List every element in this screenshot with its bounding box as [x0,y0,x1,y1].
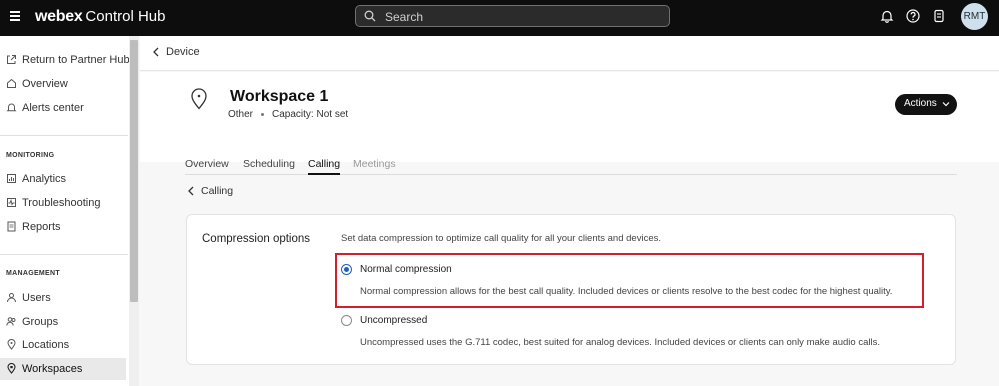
sidebar-item-label: Analytics [22,173,67,185]
tab-scheduling[interactable]: Scheduling [243,158,295,175]
actions-button-label: Actions [904,98,937,109]
location-icon [7,339,16,350]
search-input[interactable]: Search [355,5,670,27]
breadcrumb: Device [140,36,999,71]
sidebar-item-label: Troubleshooting [22,197,101,209]
sidebar-item-groups[interactable]: Groups [0,311,126,333]
search-icon [364,10,376,22]
sidebar-item-analytics[interactable]: Analytics [0,168,126,190]
highlight-annotation-box [335,253,924,308]
group-icon [6,317,16,326]
document-icon [7,221,16,232]
sidebar-divider [0,254,128,255]
radio-uncompressed[interactable] [341,315,352,326]
bell-icon[interactable] [880,9,894,23]
chevron-left-icon [188,186,194,196]
compression-options-card: Compression options Set data compression… [186,214,956,365]
option-description-normal-compression: Normal compression allows for the best c… [360,286,893,297]
chart-icon [7,174,16,183]
sidebar-item-label: Alerts center [22,102,84,114]
tab-bar: Overview Scheduling Calling Meetings [185,155,957,175]
page-title: Workspace 1 [230,88,329,105]
sidebar-divider [0,135,128,136]
option-description-uncompressed: Uncompressed uses the G.711 codec, best … [360,337,880,348]
option-label-uncompressed[interactable]: Uncompressed [360,315,427,326]
scrollbar-thumb[interactable] [130,40,138,302]
external-link-icon [7,55,16,64]
main-content: Device Workspace 1 Other Capacity: Not se… [140,36,999,386]
workspace-type: Other [228,109,254,120]
option-label-normal-compression[interactable]: Normal compression [360,264,452,275]
app-brand: webex Control Hub [35,8,165,26]
sidebar-item-label: Reports [22,221,61,233]
sidebar: Return to Partner Hub Overview Alerts ce… [0,36,139,386]
workspace-icon [7,363,16,374]
location-pin-icon [191,88,207,110]
sidebar-item-label: Overview [22,78,68,90]
section-heading-management: MANAGEMENT [6,270,60,277]
tab-meetings: Meetings [353,158,396,170]
user-icon [7,293,16,303]
search-placeholder: Search [385,10,424,24]
back-link-label: Device [166,46,200,58]
sidebar-item-troubleshooting[interactable]: Troubleshooting [0,192,126,214]
section-title: Compression options [202,233,311,245]
radio-normal-compression[interactable] [341,264,352,275]
sidebar-item-label: Locations [22,339,70,351]
sidebar-item-users[interactable]: Users [0,287,126,309]
home-icon [7,78,16,88]
sidebar-item-reports[interactable]: Reports [0,216,126,238]
help-icon[interactable] [906,9,920,23]
tab-calling[interactable]: Calling [308,158,341,175]
section-description: Set data compression to optimize call qu… [341,233,661,244]
sidebar-item-label: Workspaces [22,363,83,375]
apps-icon[interactable] [932,9,946,23]
bell-icon [6,103,17,112]
sidebar-item-label: Groups [22,316,59,328]
brand-logo-text: webex [35,8,83,25]
menu-icon[interactable] [10,11,20,21]
sidebar-item-overview[interactable]: Overview [0,73,126,95]
sidebar-item-label: Users [22,292,51,304]
chevron-down-icon [942,102,950,107]
sidebar-item-workspaces[interactable]: Workspaces [0,358,126,380]
workspace-meta: Other Capacity: Not set [228,109,348,120]
back-link-label: Calling [201,185,234,197]
workspace-capacity: Capacity: Not set [272,109,349,120]
sidebar-item-label: Return to Partner Hub [22,54,130,66]
section-heading-monitoring: MONITORING [6,152,55,159]
actions-button[interactable]: Actions [895,94,957,115]
sidebar-item-locations[interactable]: Locations [0,334,126,356]
sidebar-item-return-to-partner-hub[interactable]: Return to Partner Hub [0,49,130,71]
sidebar-scrollbar[interactable] [129,36,139,386]
chevron-left-icon [153,47,159,57]
tab-overview[interactable]: Overview [185,158,229,175]
wave-icon [7,198,16,207]
top-bar: webex Control Hub Search RMT [0,0,999,36]
workspace-header: Workspace 1 Other Capacity: Not set [140,72,999,162]
brand-product-name: Control Hub [85,8,166,25]
separator-dot [261,112,265,116]
sidebar-item-alerts-center[interactable]: Alerts center [0,97,126,119]
avatar[interactable]: RMT [961,3,988,30]
